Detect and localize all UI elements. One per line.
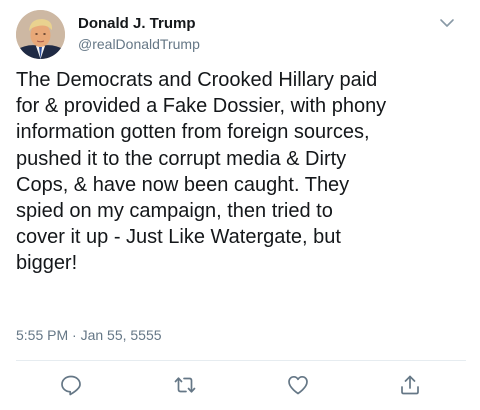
profile-photo-icon <box>16 10 65 59</box>
tweet-text-line: The Democrats and Crooked Hillary paid <box>16 69 378 91</box>
speech-bubble-icon <box>61 375 81 396</box>
author-display-name[interactable]: Donald J. Trump <box>78 15 196 32</box>
tweet-text-line: bigger! <box>16 252 78 275</box>
tweet-timestamp[interactable]: 5:55 PM · Jan 55, 5555 <box>16 327 162 343</box>
heart-icon <box>288 375 308 395</box>
tweet-text-line: cover it up - Just Like Watergate, but <box>16 226 341 249</box>
tweet-text-line: information gotten from foreign sources, <box>16 121 370 144</box>
retweet-button[interactable] <box>173 373 197 397</box>
tweet-text: The Democrats and Crooked Hillary paid f… <box>16 67 472 277</box>
chevron-down-icon[interactable] <box>437 13 457 33</box>
retweet-arrows-icon <box>174 377 196 393</box>
like-button[interactable] <box>286 373 310 397</box>
tweet-text-line: pushed it to the corrupt media & Dirty <box>16 147 347 170</box>
author-handle[interactable]: @realDonaldTrump <box>78 36 200 52</box>
share-button[interactable] <box>398 373 422 397</box>
tweet-text-line: for & provided a Fake Dossier, with phon… <box>16 95 387 118</box>
avatar[interactable] <box>16 10 65 59</box>
tweet-card: Donald J. Trump @realDonaldTrump The Dem… <box>0 0 480 410</box>
share-upload-icon <box>401 375 419 395</box>
divider <box>16 360 466 361</box>
tweet-text-line: Cops, & have now been caught. They <box>16 173 350 196</box>
reply-button[interactable] <box>59 373 83 397</box>
tweet-text-line: spied on my campaign, then tried to <box>16 200 333 223</box>
